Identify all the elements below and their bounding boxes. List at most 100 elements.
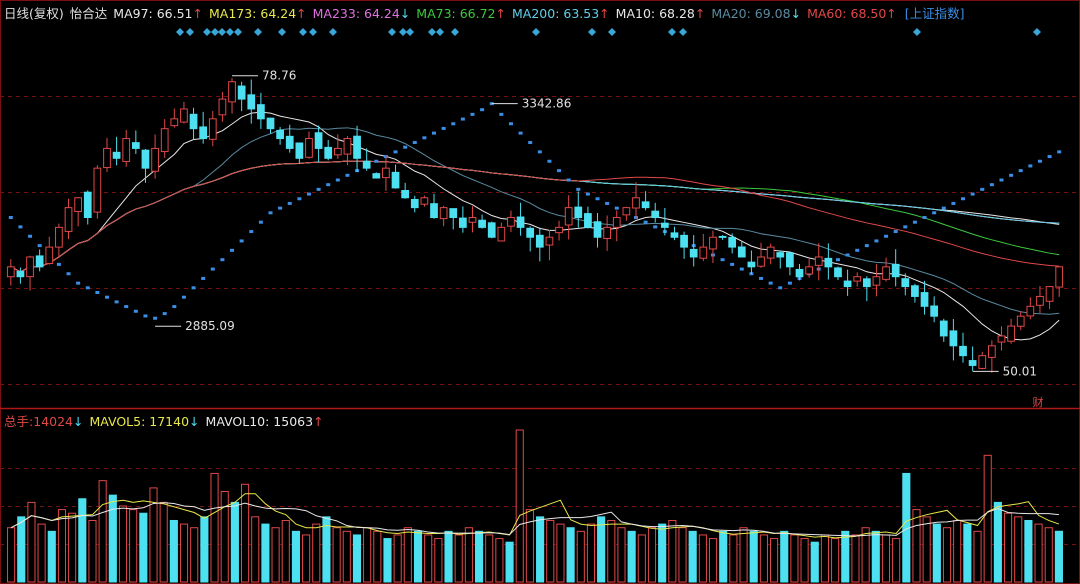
signal-diamond	[1033, 28, 1041, 36]
candle-down	[83, 191, 92, 218]
signal-diamond	[406, 28, 414, 36]
candle-up	[439, 207, 448, 220]
volume-bar-up	[88, 519, 97, 583]
candle-down	[16, 270, 25, 278]
candle-down	[449, 208, 458, 218]
candle-down	[353, 135, 361, 159]
candle-up	[1036, 295, 1044, 306]
candle-down	[237, 85, 246, 100]
volume-bar-up	[892, 538, 901, 583]
candle-down	[478, 219, 486, 228]
candle-up	[122, 138, 131, 162]
volume-bar-up	[37, 523, 46, 583]
volume-bar-up	[485, 534, 494, 583]
volume-bar-down	[688, 530, 697, 583]
volume-bar-up	[1014, 516, 1023, 583]
candle-up	[987, 345, 996, 358]
candle-down	[680, 234, 688, 248]
volume-bar-up	[179, 523, 189, 583]
candle-down	[266, 117, 275, 130]
candle-down	[834, 267, 842, 278]
volume-bar-up	[190, 527, 199, 583]
candle-down	[641, 201, 650, 209]
volume-bar-down	[200, 516, 209, 583]
volume-bar-down	[169, 519, 178, 583]
volume-bar-up	[434, 538, 443, 583]
volume-bars	[7, 429, 1063, 583]
volume-bar-down	[261, 523, 270, 583]
candle-down	[968, 360, 977, 366]
signal-diamond	[388, 28, 396, 36]
volume-bar-down	[963, 523, 972, 583]
volume-bar-down	[78, 498, 87, 583]
candle-down	[843, 280, 852, 288]
candle-down	[911, 285, 919, 297]
volume-bar-up	[1034, 523, 1043, 583]
signal-markers	[176, 28, 1041, 36]
volume-bar-down	[566, 527, 575, 583]
volume-bar-up	[118, 505, 128, 583]
candle-down	[862, 278, 871, 288]
candle-down	[295, 142, 304, 159]
volume-bar-up	[708, 538, 718, 583]
candle-down	[920, 292, 929, 307]
volume-bar-up	[729, 534, 738, 583]
candle-down	[660, 222, 669, 228]
volume-bar-up	[210, 472, 219, 583]
volume-bar-down	[17, 516, 26, 583]
signal-diamond	[309, 28, 317, 36]
volume-bar-down	[658, 523, 667, 583]
kline-chart[interactable]: 78.76 50.01 3342.86 2885.09 财	[0, 0, 1080, 584]
volume-bar-up	[586, 523, 596, 583]
volume-ma-lines	[10, 493, 1060, 539]
candle-down	[487, 222, 496, 238]
candle-down	[526, 227, 535, 238]
candle-down	[324, 146, 333, 159]
candle-up	[603, 226, 612, 240]
candle-down	[737, 246, 746, 258]
volume-bar-up	[1003, 512, 1013, 583]
stock-low-label: 50.01	[1003, 364, 1037, 378]
candle-up	[853, 276, 862, 282]
volume-bar-up	[281, 519, 290, 583]
candle-up	[507, 217, 515, 227]
candle-down	[728, 236, 737, 248]
signal-diamond	[299, 28, 307, 36]
volume-bar-up	[881, 534, 891, 583]
volume-bar-up	[576, 530, 585, 583]
signal-diamond	[186, 28, 194, 36]
volume-bar-up	[363, 527, 372, 583]
candle-up	[45, 246, 54, 265]
volume-bar-up	[973, 530, 982, 583]
signal-diamond	[428, 28, 436, 36]
candle-up	[218, 98, 227, 116]
volume-bar-up	[953, 519, 962, 583]
candle-up	[468, 217, 477, 223]
candle-down	[35, 255, 44, 268]
candle-down	[959, 345, 967, 357]
candle-down	[516, 216, 525, 228]
volume-bar-up	[424, 534, 433, 583]
candle-down	[112, 151, 121, 159]
candle-down	[651, 210, 660, 218]
volume-bar-up	[556, 523, 565, 583]
candle-up	[55, 226, 63, 248]
volume-bar-down	[444, 530, 453, 583]
candle-down	[410, 198, 419, 209]
volume-bar-down	[322, 516, 331, 583]
volume-bar-up	[851, 534, 860, 583]
candle-up	[1007, 325, 1015, 342]
signal-diamond	[176, 28, 184, 36]
volume-bar-down	[597, 516, 606, 583]
candle-up	[6, 266, 15, 278]
candle-up	[103, 147, 111, 169]
candle-up	[170, 118, 179, 127]
candle-up	[151, 147, 159, 172]
candle-up	[805, 266, 813, 275]
mavol10-line	[10, 502, 1059, 537]
candle-up	[978, 355, 987, 369]
volume-bar-up	[942, 527, 952, 583]
candle-up	[882, 266, 890, 280]
volume-bar-down	[871, 530, 880, 583]
candle-down	[285, 135, 294, 149]
